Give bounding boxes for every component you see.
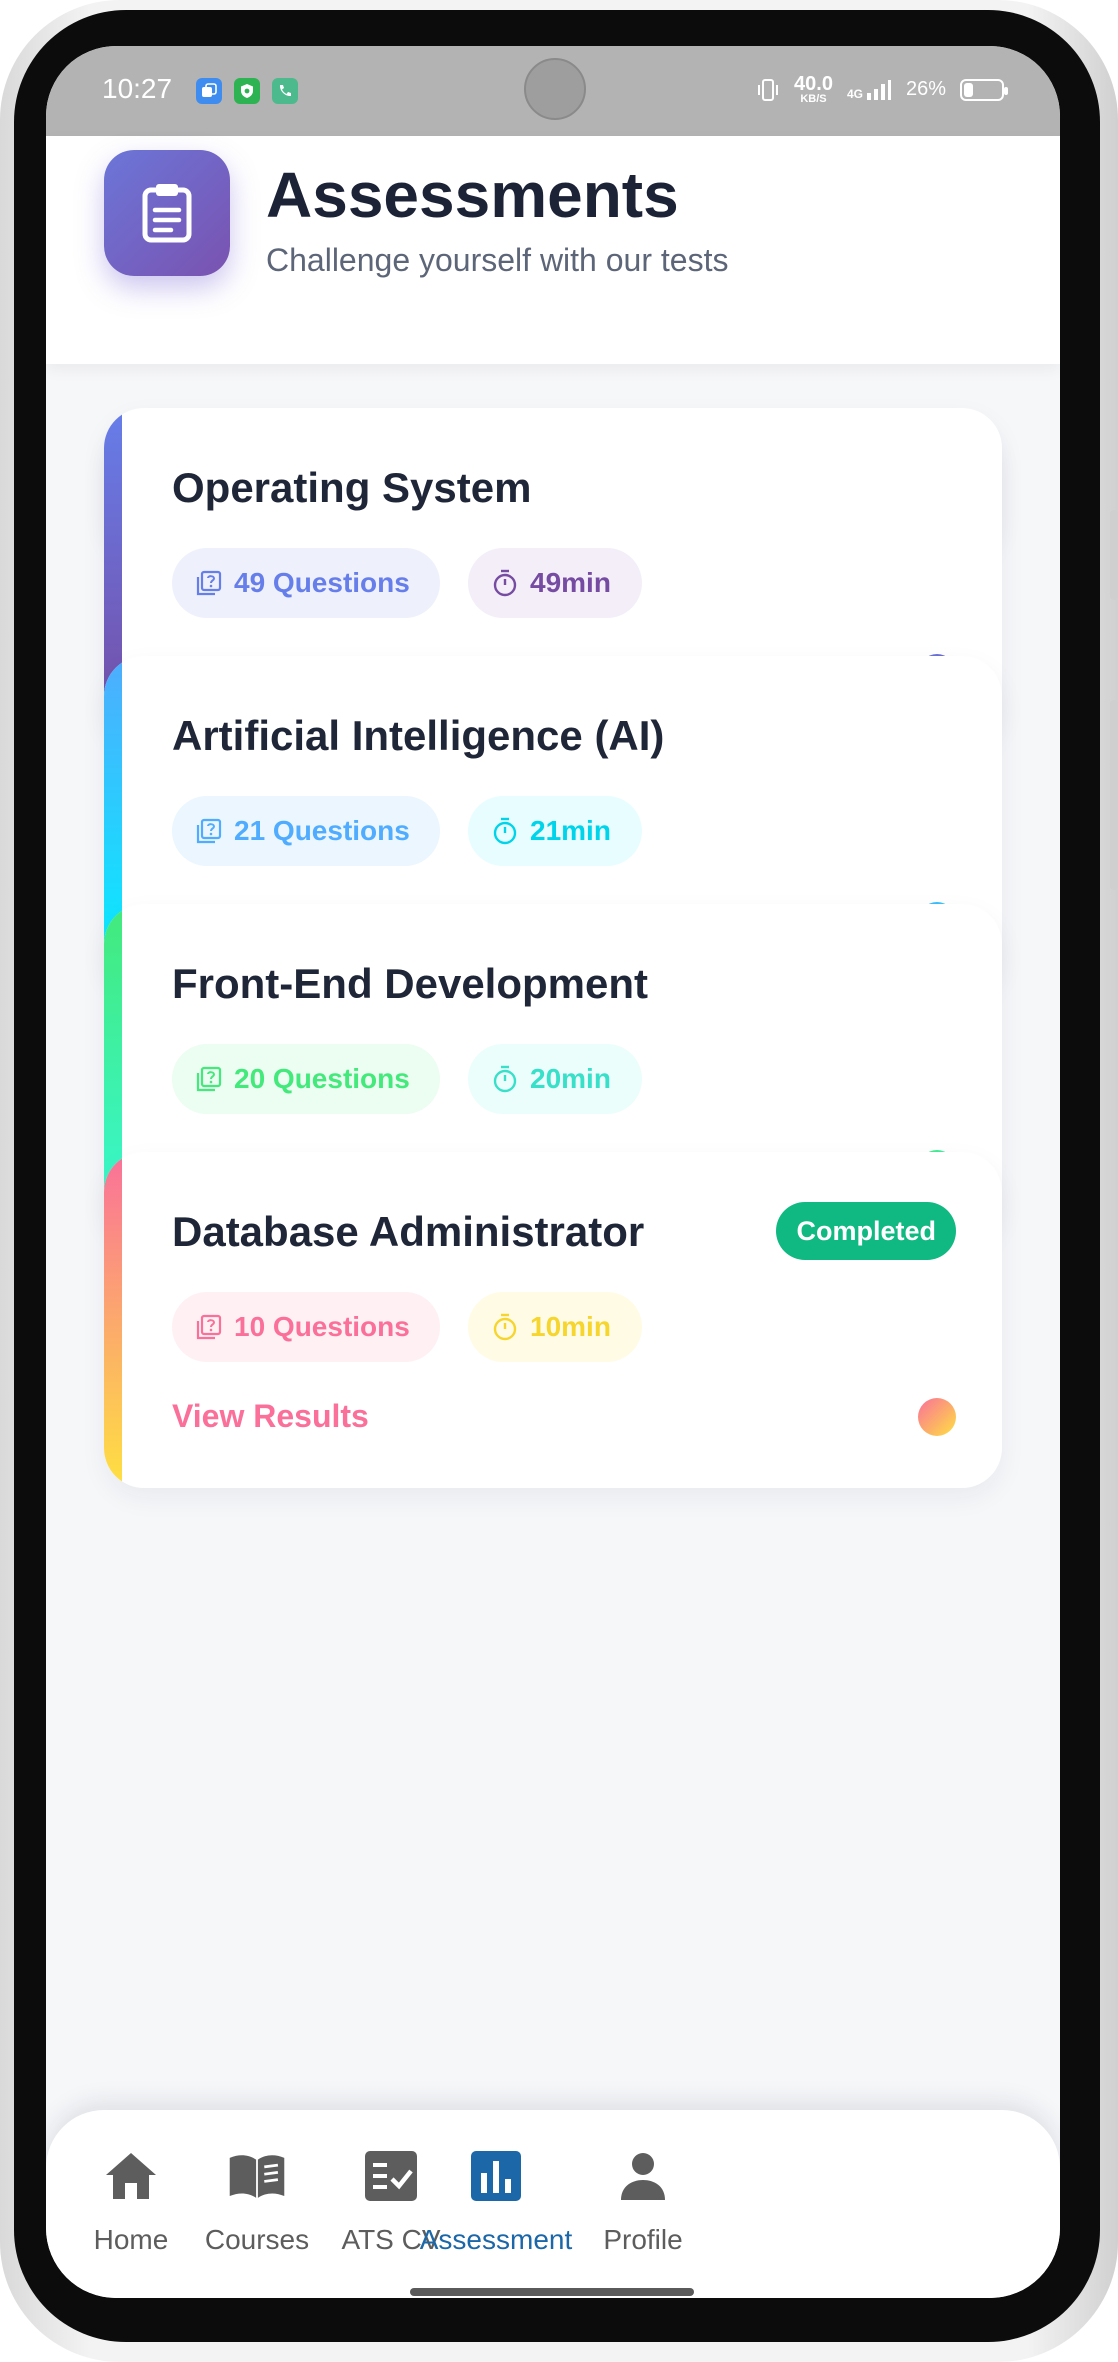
clipboard-icon [104, 150, 230, 276]
duration-text: 49min [530, 567, 611, 598]
status-bar: 10:27 40.0 KB/S 4G 26% [46, 46, 1060, 136]
nav-label-profile: Profile [603, 2224, 683, 2255]
questions-chip: 21 Questions [172, 796, 440, 866]
battery-fill [964, 82, 974, 97]
questions-count: 10 Questions [234, 1311, 410, 1342]
nav-label-assessment: Assessment [419, 2224, 573, 2255]
assessment-card[interactable]: Database Administrator 10 Questions 10mi… [104, 1152, 1002, 1488]
question-icon [196, 818, 222, 844]
notification-icons [196, 78, 298, 104]
duration-chip: 49min [468, 548, 642, 618]
duration-chip: 10min [468, 1292, 642, 1362]
person-icon [613, 2146, 673, 2206]
front-camera [524, 58, 586, 120]
question-icon [196, 1066, 222, 1092]
duration-chip: 21min [468, 796, 642, 866]
question-icon [196, 1314, 222, 1340]
volume-button [1110, 510, 1118, 600]
home-icon [101, 2146, 161, 2206]
card-accent-bar [104, 1152, 122, 1488]
battery-percent: 26% [905, 78, 946, 100]
questions-chip: 10 Questions [172, 1292, 440, 1362]
duration-text: 21min [530, 815, 611, 846]
question-icon [196, 570, 222, 596]
bottom-nav: Home Courses ATS CV Assessment Profile [46, 2110, 1060, 2298]
view-results-link[interactable]: View Results [172, 1398, 369, 1435]
app-notification-icon [196, 78, 222, 104]
questions-chip: 49 Questions [172, 548, 440, 618]
timer-icon [493, 1313, 517, 1341]
questions-chip: 20 Questions [172, 1044, 440, 1114]
duration-chip: 20min [468, 1044, 642, 1114]
timer-icon [493, 569, 517, 597]
card-title: Operating System [172, 464, 532, 511]
status-right: 40.0 KB/S 4G 26% [756, 73, 1008, 105]
page-subtitle: Challenge yourself with our tests [266, 242, 729, 278]
status-dot [918, 1398, 956, 1436]
card-title: Front-End Development [172, 960, 649, 1007]
phone-notification-icon [272, 78, 298, 104]
nav-item-assessment[interactable]: Assessment [411, 2146, 581, 2266]
home-indicator [410, 2288, 694, 2296]
vibrate-icon [758, 78, 779, 101]
timer-icon [493, 817, 517, 845]
page-title: Assessments [266, 159, 679, 231]
screen: 10:27 40.0 KB/S 4G 26% Assessments Chall… [46, 46, 1060, 2298]
questions-count: 21 Questions [234, 815, 410, 846]
questions-count: 20 Questions [234, 1063, 410, 1094]
duration-text: 20min [530, 1063, 611, 1094]
card-title: Artificial Intelligence (AI) [172, 712, 665, 759]
bar-chart-icon [466, 2146, 526, 2206]
power-button [1110, 700, 1118, 890]
shield-notification-icon [234, 78, 260, 104]
nav-item-profile[interactable]: Profile [558, 2146, 728, 2266]
nav-label-courses: Courses [204, 2224, 310, 2255]
signal-icon: 4G [847, 79, 892, 101]
completed-badge: Completed [776, 1202, 956, 1260]
book-icon [227, 2146, 287, 2206]
duration-text: 10min [530, 1311, 611, 1342]
nav-label-home: Home [93, 2224, 169, 2255]
questions-count: 49 Questions [234, 567, 410, 598]
status-time: 10:27 [102, 73, 173, 104]
card-title: Database Administrator [172, 1208, 645, 1255]
timer-icon [493, 1065, 517, 1093]
network-speed: 40.0 KB/S [794, 73, 833, 105]
battery-icon [960, 78, 1008, 101]
